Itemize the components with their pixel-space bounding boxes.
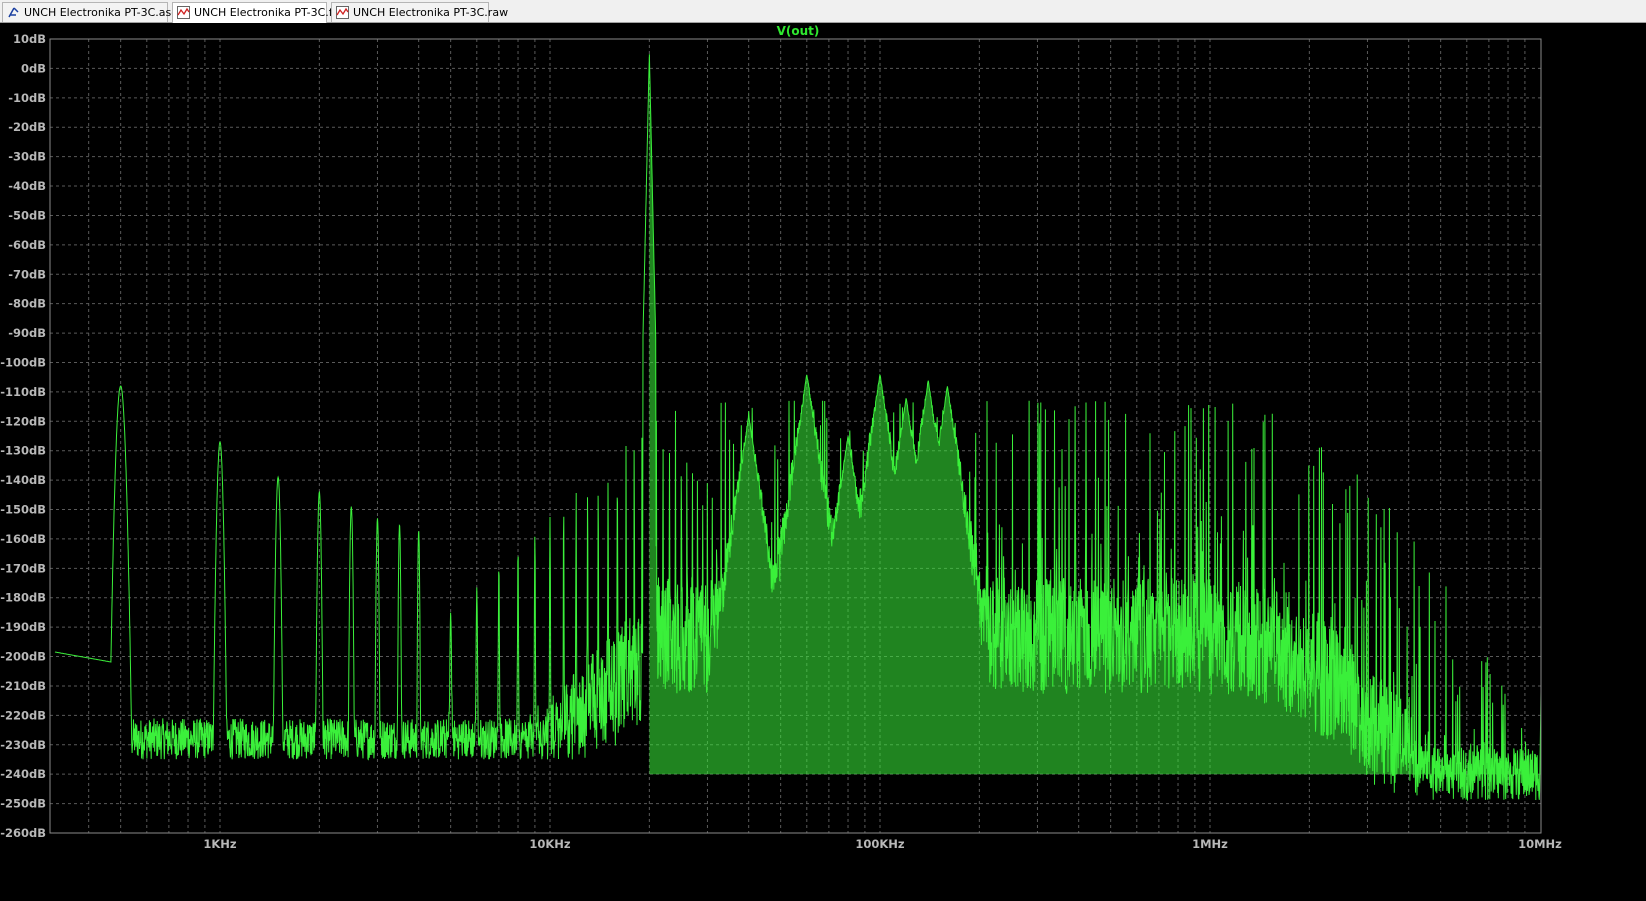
- y-tick-label: -180dB: [0, 591, 46, 605]
- tab-raw[interactable]: UNCH Electronika PT-3C.raw: [331, 2, 508, 22]
- y-tick-label: 0dB: [21, 61, 46, 75]
- y-tick-label: -30dB: [8, 150, 46, 164]
- y-tick-label: -110dB: [0, 385, 46, 399]
- y-tick-label: -100dB: [0, 355, 46, 369]
- tab-label: UNCH Electronika PT-3C.asc: [24, 6, 178, 19]
- y-tick-label: -130dB: [0, 444, 46, 458]
- y-tick-label: -80dB: [8, 297, 46, 311]
- y-tick-label: -170dB: [0, 561, 46, 575]
- waveform-icon: [177, 6, 190, 19]
- fft-plot[interactable]: V(out) 10dB 0dB -10dB -20dB -30dB -40dB -50dB -…: [0, 23, 1646, 901]
- y-tick-label: -120dB: [0, 414, 46, 428]
- y-tick-label: -190dB: [0, 620, 46, 634]
- y-tick-label: -40dB: [8, 179, 46, 193]
- x-tick-label: 10KHz: [529, 837, 571, 851]
- x-tick-label: 10MHz: [1518, 837, 1562, 851]
- x-tick-label: 100KHz: [855, 837, 905, 851]
- y-tick-label: -140dB: [0, 473, 46, 487]
- waveform-icon: [336, 6, 349, 19]
- tab-fft[interactable]: UNCH Electronika PT-3C.fft: [172, 2, 341, 23]
- y-tick-label: -200dB: [0, 650, 46, 664]
- tab-label: UNCH Electronika PT-3C.raw: [353, 6, 509, 19]
- trace-title[interactable]: V(out): [777, 24, 820, 38]
- x-axis-labels: 1KHz 10KHz 100KHz 1MHz 10MHz: [203, 837, 1562, 851]
- y-tick-label: -160dB: [0, 532, 46, 546]
- trace-vout: [54, 54, 1542, 801]
- x-tick-label: 1KHz: [203, 837, 237, 851]
- y-tick-label: -20dB: [8, 120, 46, 134]
- y-tick-label: -240dB: [0, 767, 46, 781]
- y-axis-labels: 10dB 0dB -10dB -20dB -30dB -40dB -50dB -60dB -70…: [0, 32, 46, 840]
- y-tick-label: -250dB: [0, 797, 46, 811]
- schematic-icon: [8, 7, 19, 18]
- y-tick-label: 10dB: [13, 32, 46, 46]
- y-tick-label: -220dB: [0, 708, 46, 722]
- tab-label: UNCH Electronika PT-3C.fft: [194, 6, 341, 19]
- y-tick-label: -70dB: [8, 267, 46, 281]
- y-tick-label: -10dB: [8, 91, 46, 105]
- y-tick-label: -90dB: [8, 326, 46, 340]
- x-tick-label: 1MHz: [1192, 837, 1228, 851]
- y-tick-label: -260dB: [0, 826, 46, 840]
- y-tick-label: -60dB: [8, 238, 46, 252]
- document-tab-bar: UNCH Electronika PT-3C.asc UNCH Electron…: [0, 0, 1646, 23]
- y-tick-label: -230dB: [0, 738, 46, 752]
- y-tick-label: -150dB: [0, 503, 46, 517]
- y-tick-label: -210dB: [0, 679, 46, 693]
- y-tick-label: -50dB: [8, 208, 46, 222]
- tab-asc[interactable]: UNCH Electronika PT-3C.asc: [2, 2, 177, 22]
